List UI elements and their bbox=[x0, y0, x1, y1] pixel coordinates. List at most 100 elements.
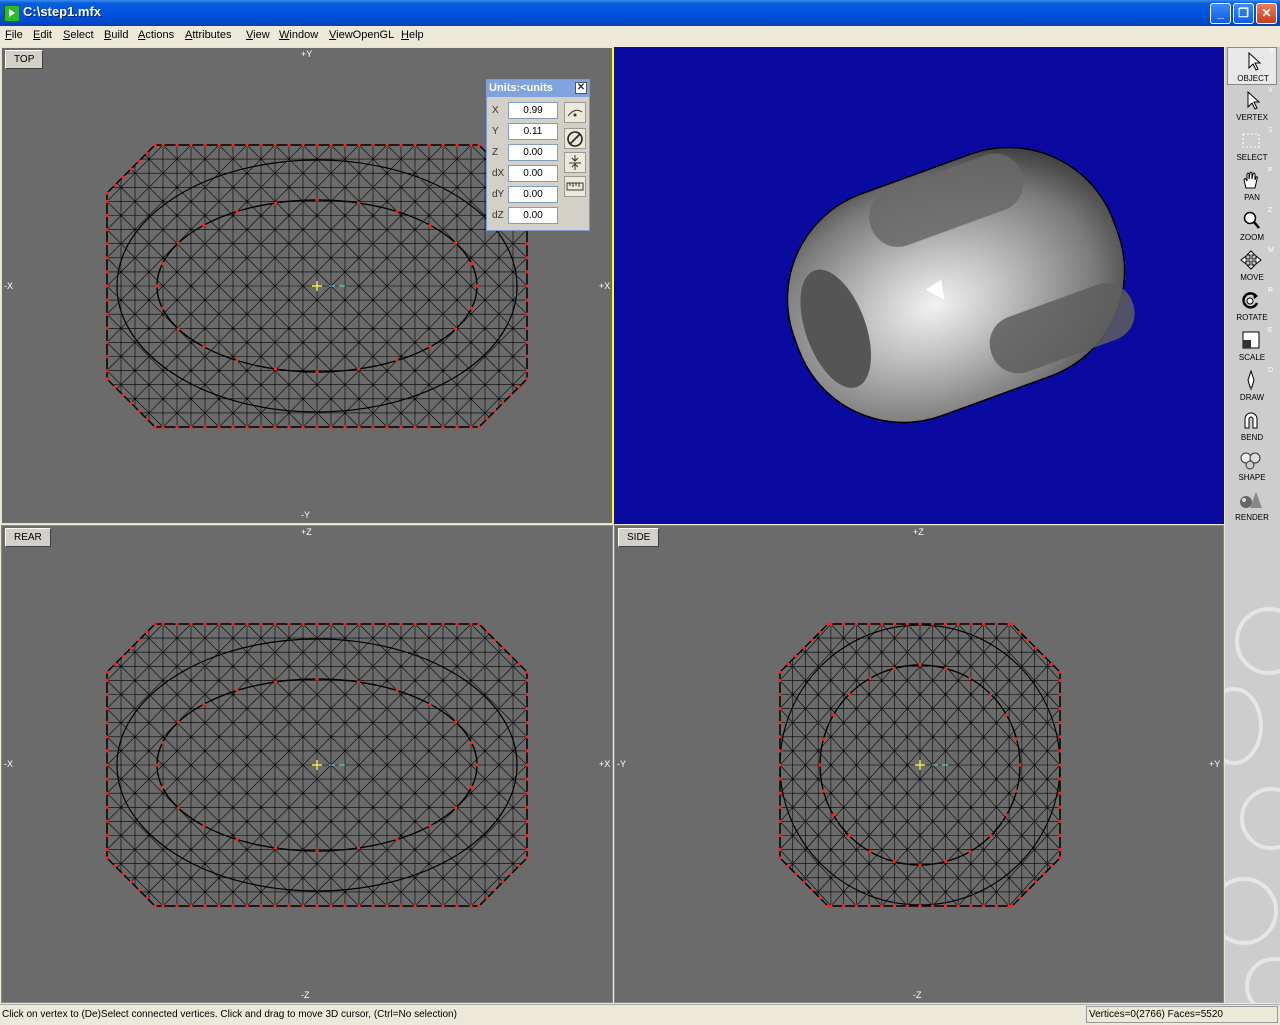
maximize-button[interactable]: ❐ bbox=[1233, 3, 1254, 24]
tool-label: DRAW bbox=[1239, 393, 1265, 402]
title-bar: C:\step1.mfx _ ❐ ✕ bbox=[0, 0, 1280, 26]
shortcut-key: M bbox=[1268, 247, 1274, 254]
viewport-side[interactable]: SIDE +Z -Z -Y +Y bbox=[614, 525, 1224, 1003]
tool-label: MOVE bbox=[1240, 273, 1264, 282]
axis-label: -X bbox=[4, 281, 13, 291]
spheres-icon bbox=[1240, 452, 1261, 470]
menu-actions[interactable]: Actions bbox=[138, 29, 174, 41]
no-entry-icon[interactable] bbox=[564, 128, 586, 149]
snap-icon[interactable] bbox=[564, 102, 586, 123]
tool-label: ZOOM bbox=[1240, 233, 1264, 242]
wireframe-mesh[interactable] bbox=[615, 526, 1224, 1003]
cursor-arrow-icon bbox=[1248, 51, 1262, 71]
z-field[interactable]: 0.00 bbox=[508, 144, 558, 161]
field-label: dZ bbox=[492, 210, 504, 221]
units-row-dx: dX 0.00 bbox=[490, 164, 560, 184]
axis-label: +Y bbox=[301, 49, 313, 59]
magnifier-icon bbox=[1243, 211, 1260, 229]
tool-select-button[interactable]: S SELECT bbox=[1227, 127, 1277, 165]
axis-label: +Z bbox=[913, 527, 924, 537]
hand-icon bbox=[1243, 171, 1258, 189]
decor-swirl bbox=[1235, 607, 1280, 675]
dx-field[interactable]: 0.00 bbox=[508, 165, 558, 182]
decor-swirl bbox=[1225, 877, 1278, 945]
y-field[interactable]: 0.11 bbox=[508, 123, 558, 140]
decor-swirl bbox=[1240, 787, 1280, 850]
status-bar: Click on vertex to (De)Select connected … bbox=[0, 1004, 1280, 1025]
field-label: Y bbox=[492, 126, 499, 137]
axis-label: -Z bbox=[913, 990, 922, 1000]
app-icon[interactable] bbox=[4, 5, 20, 22]
tool-rotate-button[interactable]: R ROTATE bbox=[1227, 287, 1277, 325]
field-label: dX bbox=[492, 168, 505, 179]
rotate-icon bbox=[1242, 292, 1259, 309]
ruler-icon[interactable] bbox=[564, 176, 586, 197]
viewport-rear[interactable]: REAR +Z -Z -X +X bbox=[1, 525, 613, 1003]
center-arrows-icon[interactable] bbox=[564, 152, 586, 173]
tool-draw-button[interactable]: D DRAW bbox=[1227, 367, 1277, 405]
axis-label: -Y bbox=[617, 759, 626, 769]
tool-pan-button[interactable]: P PAN bbox=[1227, 167, 1277, 205]
field-label: dY bbox=[492, 189, 505, 200]
tool-label: SCALE bbox=[1238, 353, 1266, 362]
wireframe-mesh[interactable] bbox=[2, 526, 613, 1003]
window-title: C:\step1.mfx bbox=[23, 4, 102, 19]
axis-label: -Y bbox=[301, 510, 310, 520]
dy-field[interactable]: 0.00 bbox=[508, 186, 558, 203]
axis-label: +Y bbox=[1209, 759, 1221, 769]
status-message: Click on vertex to (De)Select connected … bbox=[2, 1009, 457, 1020]
scale-icon bbox=[1242, 331, 1260, 349]
tool-label: ROTATE bbox=[1236, 313, 1268, 322]
units-row-dy: dY 0.00 bbox=[490, 185, 560, 205]
minimize-button[interactable]: _ bbox=[1210, 3, 1231, 24]
shortcut-key: D bbox=[1268, 367, 1274, 374]
tool-render-button[interactable]: RENDER bbox=[1227, 487, 1277, 525]
magnet-icon bbox=[1244, 412, 1258, 429]
menu-viewopengl[interactable]: ViewOpenGL bbox=[329, 29, 394, 41]
tool-label: OBJECT bbox=[1237, 74, 1269, 83]
menu-file[interactable]: File bbox=[5, 29, 23, 41]
menu-select[interactable]: Select bbox=[63, 29, 94, 41]
tool-scale-button[interactable]: E SCALE bbox=[1227, 327, 1277, 365]
close-icon[interactable]: ✕ bbox=[575, 82, 587, 94]
axis-label: +X bbox=[599, 759, 611, 769]
viewport-perspective[interactable] bbox=[614, 47, 1224, 524]
menu-window[interactable]: Window bbox=[279, 29, 318, 41]
mesh-stats-panel: Vertices=0(2766) Faces=5520 bbox=[1086, 1006, 1278, 1023]
tool-label: SELECT bbox=[1236, 153, 1268, 162]
shortcut-key: E bbox=[1268, 327, 1273, 334]
tool-vertex-button[interactable]: V VERTEX bbox=[1227, 87, 1277, 125]
menu-help[interactable]: Help bbox=[401, 29, 424, 41]
axis-label: -Z bbox=[301, 990, 310, 1000]
viewport-label[interactable]: TOP bbox=[5, 50, 44, 69]
menu-attributes[interactable]: Attributes bbox=[185, 29, 231, 41]
tool-label: VERTEX bbox=[1236, 113, 1268, 122]
rendered-capsule bbox=[786, 146, 1135, 424]
render-cone-icon bbox=[1240, 492, 1262, 508]
tool-object-button[interactable]: O OBJECT bbox=[1227, 47, 1277, 85]
close-button[interactable]: ✕ bbox=[1256, 3, 1277, 24]
shortcut-key: Z bbox=[1268, 207, 1273, 214]
mesh-stats: Vertices=0(2766) Faces=5520 bbox=[1089, 1009, 1223, 1020]
viewport-label[interactable]: REAR bbox=[5, 528, 51, 547]
menu-view[interactable]: View bbox=[246, 29, 270, 41]
menu-edit[interactable]: Edit bbox=[33, 29, 52, 41]
dz-field[interactable]: 0.00 bbox=[508, 207, 558, 224]
units-row-dz: dZ 0.00 bbox=[490, 206, 560, 226]
marquee-select-icon bbox=[1242, 133, 1260, 148]
units-panel-title: Units:<units bbox=[489, 82, 553, 94]
tool-palette: O OBJECT V VERTEX S SELECT P PAN Z ZOOM … bbox=[1225, 47, 1280, 1003]
axis-label: -X bbox=[4, 759, 13, 769]
tool-move-button[interactable]: M MOVE bbox=[1227, 247, 1277, 285]
viewport-label[interactable]: SIDE bbox=[618, 528, 660, 547]
units-panel-titlebar[interactable]: Units:<units ✕ bbox=[487, 80, 589, 97]
tool-label: BEND bbox=[1240, 433, 1264, 442]
menu-build[interactable]: Build bbox=[104, 29, 128, 41]
x-field[interactable]: 0.99 bbox=[508, 102, 558, 119]
tool-bend-button[interactable]: BEND bbox=[1227, 407, 1277, 445]
tool-zoom-button[interactable]: Z ZOOM bbox=[1227, 207, 1277, 245]
shortcut-key: V bbox=[1268, 87, 1273, 94]
tool-shape-button[interactable]: SHAPE bbox=[1227, 447, 1277, 485]
menu-bar: File Edit Select Build Actions Attribute… bbox=[0, 26, 1280, 45]
decor-swirl bbox=[1245, 957, 1280, 1003]
